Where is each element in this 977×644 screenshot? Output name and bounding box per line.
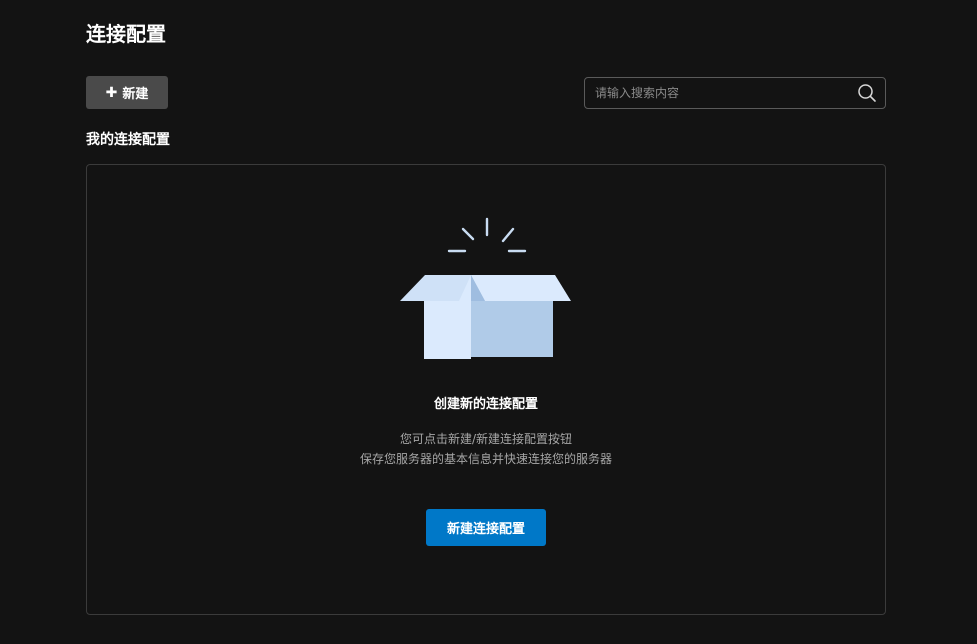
empty-state-description: 您可点击新建/新建连接配置按钮	[399, 432, 573, 446]
open-box-icon	[400, 217, 571, 359]
empty-state-description: 保存您服务器的基本信息并快速连接您的服务器	[359, 452, 612, 466]
new-button[interactable]: ✚ 新建	[86, 76, 168, 109]
search-box	[584, 77, 886, 109]
page-title: 连接配置	[86, 22, 166, 46]
empty-state-panel: 创建新的连接配置 您可点击新建/新建连接配置按钮 保存您服务器的基本信息并快速连…	[86, 164, 886, 615]
section-title: 我的连接配置	[86, 132, 170, 148]
create-connection-button[interactable]: 新建连接配置	[426, 509, 546, 546]
search-icon[interactable]	[857, 83, 877, 103]
plus-icon: ✚	[105, 84, 118, 101]
new-button-label: 新建	[122, 87, 149, 102]
connection-config-page: 连接配置 ✚ 新建 我的连接配置	[0, 0, 977, 644]
search-input[interactable]	[585, 78, 845, 108]
empty-state-title: 创建新的连接配置	[433, 397, 538, 412]
